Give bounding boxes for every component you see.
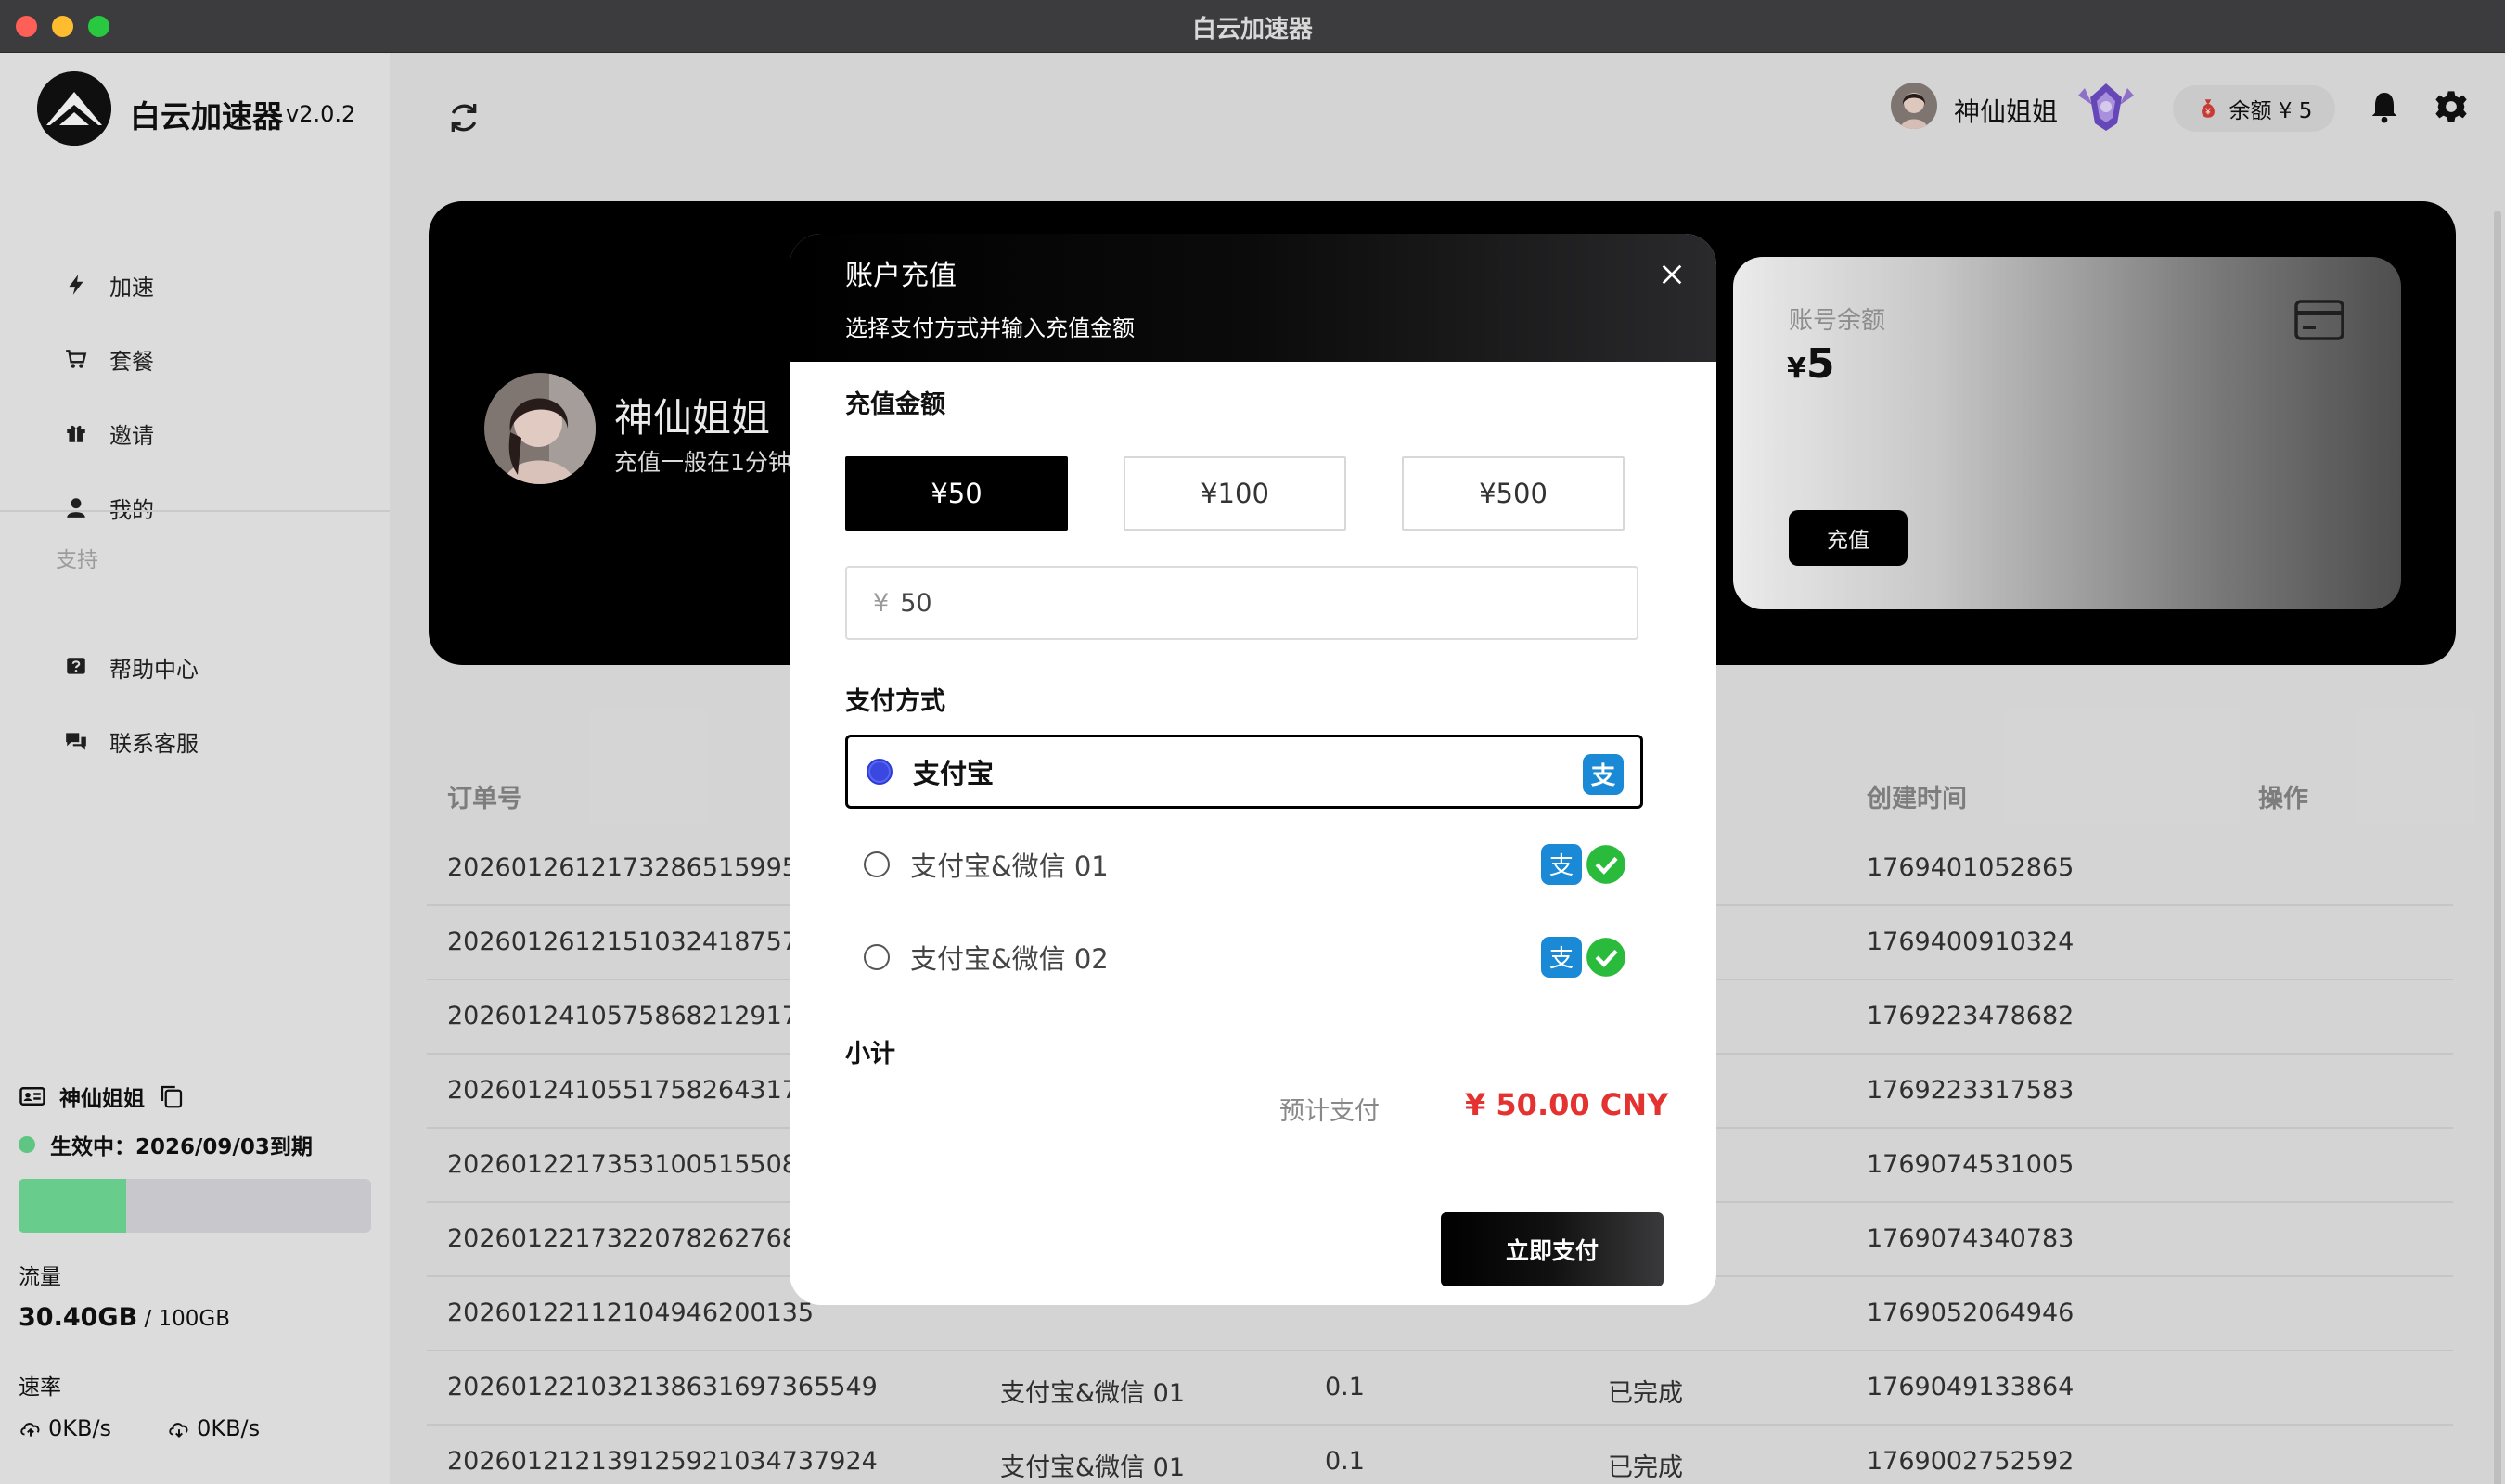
recharge-dialog: 账户充值 选择支付方式并输入充值金额 充值金额 ¥50 ¥100 ¥500 ¥ … <box>790 234 1716 1305</box>
preset-amount-500[interactable]: ¥500 <box>1402 456 1625 531</box>
window-titlebar: 白云加速器 <box>0 0 2505 53</box>
wechat-icon <box>1586 938 1625 977</box>
estimated-payment-label: 预计支付 <box>1279 1097 1380 1126</box>
svg-text:支: 支 <box>1591 761 1616 790</box>
payment-method-label: 支付方式 <box>845 687 945 716</box>
input-currency-prefix: ¥ <box>873 588 890 618</box>
subtotal-label: 小计 <box>845 1040 895 1068</box>
dialog-header: 账户充值 选择支付方式并输入充值金额 <box>790 234 1716 362</box>
window-title: 白云加速器 <box>1191 16 1313 44</box>
payment-option-alipay[interactable]: 支付宝 支 <box>845 735 1643 809</box>
dialog-subtitle: 选择支付方式并输入充值金额 <box>845 315 1135 341</box>
svg-text:支: 支 <box>1549 944 1574 973</box>
payment-option-combo-02[interactable]: 支付宝&微信 02 支 <box>845 920 1643 994</box>
preset-amount-50[interactable]: ¥50 <box>845 456 1068 531</box>
amount-section-label: 充值金额 <box>845 390 945 419</box>
pay-now-button[interactable]: 立即支付 <box>1441 1212 1664 1286</box>
radio-unselected[interactable] <box>864 944 890 970</box>
radio-unselected[interactable] <box>864 851 890 877</box>
payment-option-label: 支付宝&微信 01 <box>910 851 1109 882</box>
custom-amount-input[interactable]: ¥ 50 <box>845 566 1638 640</box>
payment-option-combo-01[interactable]: 支付宝&微信 01 支 <box>845 827 1643 902</box>
wechat-icon <box>1586 845 1625 884</box>
svg-text:支: 支 <box>1549 851 1574 880</box>
payment-option-label: 支付宝 <box>913 758 995 789</box>
payment-option-label: 支付宝&微信 02 <box>910 943 1109 975</box>
alipay-icon: 支 <box>1541 937 1582 978</box>
radio-selected[interactable] <box>867 759 893 785</box>
dialog-title: 账户充值 <box>845 260 957 292</box>
alipay-icon: 支 <box>1583 754 1624 795</box>
preset-amount-100[interactable]: ¥100 <box>1124 456 1346 531</box>
close-icon[interactable] <box>1657 260 1687 289</box>
input-amount-value: 50 <box>900 588 932 618</box>
estimated-payment-value: ¥ 50.00 CNY <box>1465 1087 1669 1122</box>
alipay-icon: 支 <box>1541 844 1582 885</box>
